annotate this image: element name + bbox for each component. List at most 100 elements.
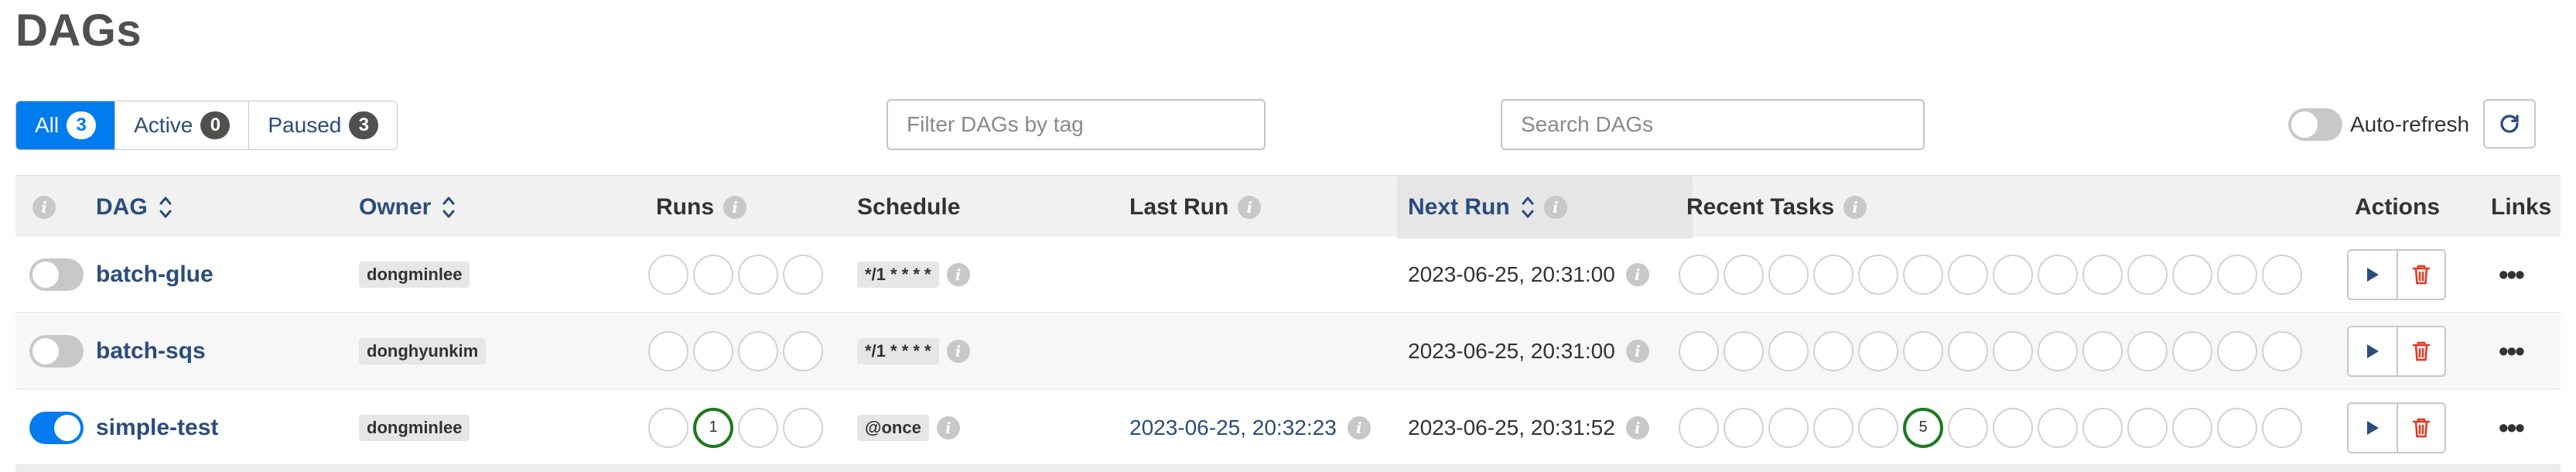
task-status-circle[interactable]	[2262, 254, 2302, 295]
header-owner[interactable]: Owner	[359, 176, 456, 238]
task-status-circle[interactable]	[1993, 407, 2033, 448]
actions-cell	[2347, 237, 2446, 312]
trigger-dag-button[interactable]	[2349, 250, 2397, 299]
run-status-circle[interactable]	[693, 254, 733, 295]
task-status-circle[interactable]	[1679, 407, 1719, 448]
task-status-circle[interactable]	[2038, 330, 2078, 371]
task-status-circle[interactable]	[1948, 254, 1988, 295]
task-status-circle[interactable]	[1858, 330, 1898, 371]
trigger-dag-button[interactable]	[2349, 327, 2397, 375]
tag-filter-input[interactable]	[887, 99, 1266, 150]
task-status-circle[interactable]	[2172, 330, 2212, 371]
task-status-circle[interactable]	[1993, 330, 2033, 371]
owner-tag[interactable]: donghyunkim	[359, 337, 487, 364]
next-run-date: 2023-06-25, 20:31:00	[1408, 338, 1615, 363]
run-status-circle[interactable]	[738, 407, 778, 448]
task-status-circle[interactable]	[2262, 330, 2302, 371]
info-icon[interactable]: i	[1625, 416, 1649, 440]
task-status-circle[interactable]	[1993, 254, 2033, 295]
dag-pause-toggle[interactable]	[29, 411, 84, 444]
run-status-circle[interactable]	[648, 254, 688, 295]
task-status-circle[interactable]	[2082, 330, 2123, 371]
run-status-circle[interactable]	[783, 330, 823, 371]
dag-pause-toggle[interactable]	[29, 334, 84, 368]
task-status-circle[interactable]	[2217, 330, 2257, 371]
runs-status-circles	[648, 330, 828, 371]
status-filter-paused[interactable]: Paused 3	[249, 101, 398, 149]
run-status-circle[interactable]	[693, 330, 733, 371]
task-status-circle[interactable]	[2217, 407, 2257, 448]
info-icon[interactable]: i	[936, 416, 960, 440]
owner-tag[interactable]: dongminlee	[359, 414, 470, 441]
task-status-circle[interactable]	[1948, 330, 1988, 371]
task-status-circle[interactable]	[2127, 330, 2168, 371]
run-status-circle[interactable]	[738, 254, 778, 295]
task-status-circle[interactable]	[1724, 407, 1764, 448]
info-icon[interactable]: i	[946, 262, 970, 286]
sort-icon	[1522, 197, 1534, 218]
task-status-circle[interactable]	[2127, 254, 2168, 295]
task-status-circle[interactable]	[1768, 407, 1809, 448]
run-status-circle[interactable]	[648, 407, 688, 448]
owner-tag[interactable]: dongminlee	[359, 261, 470, 288]
more-links-icon[interactable]: •••	[2499, 412, 2525, 444]
info-icon[interactable]: i	[1625, 262, 1649, 286]
refresh-button[interactable]	[2483, 99, 2536, 149]
dag-search-input[interactable]	[1501, 99, 1925, 150]
run-success-circle[interactable]: 1	[693, 407, 733, 448]
dag-pause-toggle[interactable]	[29, 258, 84, 291]
task-status-circle[interactable]	[1768, 254, 1809, 295]
run-status-circle[interactable]	[783, 254, 823, 295]
header-dag[interactable]: DAG	[96, 176, 173, 238]
runs-cell: 1	[648, 390, 828, 465]
task-status-circle[interactable]	[2172, 254, 2212, 295]
task-status-circle[interactable]	[1858, 407, 1898, 448]
task-status-circle[interactable]	[2082, 254, 2123, 295]
task-success-circle[interactable]: 5	[1903, 407, 1943, 448]
info-icon[interactable]: i	[1347, 416, 1371, 440]
task-status-circle[interactable]	[2217, 254, 2257, 295]
dag-name-link[interactable]: batch-glue	[96, 262, 214, 288]
run-status-circle[interactable]	[648, 330, 688, 371]
dag-name-link[interactable]: batch-sqs	[96, 338, 206, 364]
delete-dag-button[interactable]	[2397, 250, 2444, 299]
delete-dag-button[interactable]	[2397, 403, 2444, 452]
task-status-circle[interactable]	[2172, 407, 2212, 448]
task-status-circle[interactable]	[1903, 254, 1943, 295]
task-status-circle[interactable]	[1813, 254, 1853, 295]
task-status-circle[interactable]	[2262, 407, 2302, 448]
task-status-circle[interactable]	[1768, 330, 1809, 371]
info-icon[interactable]: i	[1625, 339, 1649, 363]
info-icon[interactable]: i	[723, 196, 746, 219]
task-status-circle[interactable]	[1948, 407, 1988, 448]
more-links-icon[interactable]: •••	[2499, 335, 2525, 368]
task-status-circle[interactable]	[1813, 330, 1853, 371]
task-status-circle[interactable]	[2082, 407, 2123, 448]
auto-refresh-toggle[interactable]	[2288, 108, 2342, 141]
run-status-circle[interactable]	[738, 330, 778, 371]
delete-dag-button[interactable]	[2397, 327, 2444, 375]
task-status-circle[interactable]	[2127, 407, 2168, 448]
task-status-circle[interactable]	[1724, 330, 1764, 371]
status-filter-all[interactable]: All 3	[16, 101, 116, 149]
task-status-circle[interactable]	[1903, 330, 1943, 371]
info-icon[interactable]: i	[1843, 196, 1867, 219]
info-icon[interactable]: i	[1238, 196, 1262, 219]
dag-name-link[interactable]: simple-test	[96, 415, 218, 441]
task-status-circle[interactable]	[1813, 407, 1853, 448]
task-status-circle[interactable]	[1679, 330, 1719, 371]
more-links-icon[interactable]: •••	[2499, 258, 2525, 291]
header-next-run[interactable]: Next Run i	[1408, 176, 1567, 238]
run-status-circle[interactable]	[783, 407, 823, 448]
last-run-link[interactable]: 2023-06-25, 20:32:23	[1129, 416, 1337, 440]
status-filter-active[interactable]: Active 0	[115, 101, 250, 149]
task-status-circle[interactable]	[2038, 407, 2078, 448]
trigger-dag-button[interactable]	[2349, 403, 2397, 452]
info-icon[interactable]: i	[1543, 196, 1567, 219]
task-status-circle[interactable]	[1858, 254, 1898, 295]
task-status-circle[interactable]	[1679, 254, 1719, 295]
info-icon[interactable]: i	[946, 339, 970, 363]
info-icon[interactable]: i	[32, 196, 56, 219]
task-status-circle[interactable]	[2038, 254, 2078, 295]
task-status-circle[interactable]	[1724, 254, 1764, 295]
